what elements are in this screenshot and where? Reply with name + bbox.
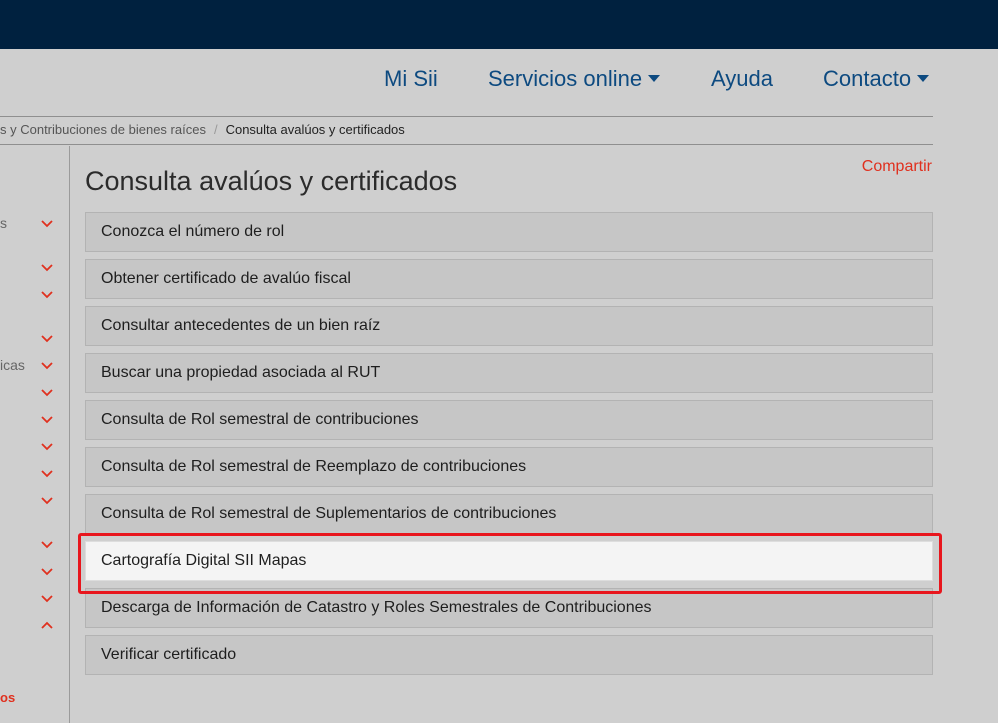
- list-item-label: Conozca el número de rol: [101, 223, 285, 240]
- nav-servicios-online[interactable]: Servicios online: [488, 66, 661, 92]
- list-item-antecedentes-bien-raiz[interactable]: Consultar antecedentes de un bien raíz: [85, 306, 933, 346]
- sidebar-divider: [69, 146, 70, 723]
- list-item-label: Consulta de Rol semestral de contribucio…: [101, 411, 419, 428]
- sidebar-item-label[interactable]: icas: [0, 357, 25, 373]
- list-item-rol-reemplazo[interactable]: Consulta de Rol semestral de Reemplazo d…: [85, 447, 933, 487]
- nav-mi-sii[interactable]: Mi Sii: [384, 66, 438, 92]
- chevron-down-icon[interactable]: [40, 415, 54, 425]
- nav-contacto[interactable]: Contacto: [823, 66, 930, 92]
- list-item-label: Descarga de Información de Catastro y Ro…: [101, 599, 652, 616]
- divider-top: [0, 116, 933, 117]
- list-item-label: Consulta de Rol semestral de Reemplazo d…: [101, 458, 527, 475]
- list-item-conozca-numero-rol[interactable]: Conozca el número de rol: [85, 212, 933, 252]
- list-item-descarga-catastro[interactable]: Descarga de Información de Catastro y Ro…: [85, 588, 933, 628]
- chevron-down-icon[interactable]: [40, 388, 54, 398]
- list-item-rol-suplementarios[interactable]: Consulta de Rol semestral de Suplementar…: [85, 494, 933, 534]
- breadcrumb: s y Contribuciones de bienes raíces / Cons…: [0, 122, 405, 137]
- sidebar-item-active-label[interactable]: os: [0, 690, 15, 705]
- chevron-down-icon[interactable]: [40, 594, 54, 604]
- divider-breadcrumb: [0, 144, 933, 145]
- chevron-down-icon[interactable]: [40, 290, 54, 300]
- chevron-down-icon[interactable]: [40, 334, 54, 344]
- nav-mi-sii-label: Mi Sii: [384, 66, 438, 91]
- nav-servicios-online-label: Servicios online: [488, 66, 643, 91]
- list-item-cartografia-digital[interactable]: Cartografía Digital SII Mapas: [85, 541, 933, 581]
- chevron-down-icon[interactable]: [40, 540, 54, 550]
- list-item-propiedad-rut[interactable]: Buscar una propiedad asociada al RUT: [85, 353, 933, 393]
- chevron-down-icon[interactable]: [40, 496, 54, 506]
- list-item-label: Verificar certificado: [101, 646, 237, 663]
- chevron-up-icon[interactable]: [40, 620, 54, 630]
- top-bar: [0, 0, 998, 49]
- share-link[interactable]: Compartir: [862, 158, 932, 176]
- breadcrumb-separator: /: [213, 122, 218, 137]
- page-title: Consulta avalúos y certificados: [85, 166, 458, 196]
- list-item-rol-semestral[interactable]: Consulta de Rol semestral de contribucio…: [85, 400, 933, 440]
- caret-down-icon: [648, 74, 661, 82]
- chevron-down-icon[interactable]: [40, 442, 54, 452]
- list-item-label: Consulta de Rol semestral de Suplementar…: [101, 505, 557, 522]
- nav-ayuda[interactable]: Ayuda: [711, 66, 773, 92]
- caret-down-icon: [917, 74, 930, 82]
- breadcrumb-current: Consulta avalúos y certificados: [225, 122, 405, 137]
- nav-ayuda-label: Ayuda: [711, 66, 773, 91]
- chevron-down-icon[interactable]: [40, 361, 54, 371]
- chevron-down-icon[interactable]: [40, 263, 54, 273]
- chevron-down-icon[interactable]: [40, 219, 54, 229]
- list-item-certificado-avaluo[interactable]: Obtener certificado de avalúo fiscal: [85, 259, 933, 299]
- sidebar-item-label[interactable]: s: [0, 215, 7, 231]
- list-item-label: Cartografía Digital SII Mapas: [101, 552, 307, 569]
- list-item-label: Obtener certificado de avalúo fiscal: [101, 270, 351, 287]
- breadcrumb-parent-link[interactable]: s y Contribuciones de bienes raíces: [0, 122, 206, 137]
- list-item-label: Buscar una propiedad asociada al RUT: [101, 364, 381, 381]
- list-item-verificar-certificado[interactable]: Verificar certificado: [85, 635, 933, 675]
- list-item-label: Consultar antecedentes de un bien raíz: [101, 317, 381, 334]
- chevron-down-icon[interactable]: [40, 469, 54, 479]
- nav-contacto-label: Contacto: [823, 66, 912, 91]
- chevron-down-icon[interactable]: [40, 567, 54, 577]
